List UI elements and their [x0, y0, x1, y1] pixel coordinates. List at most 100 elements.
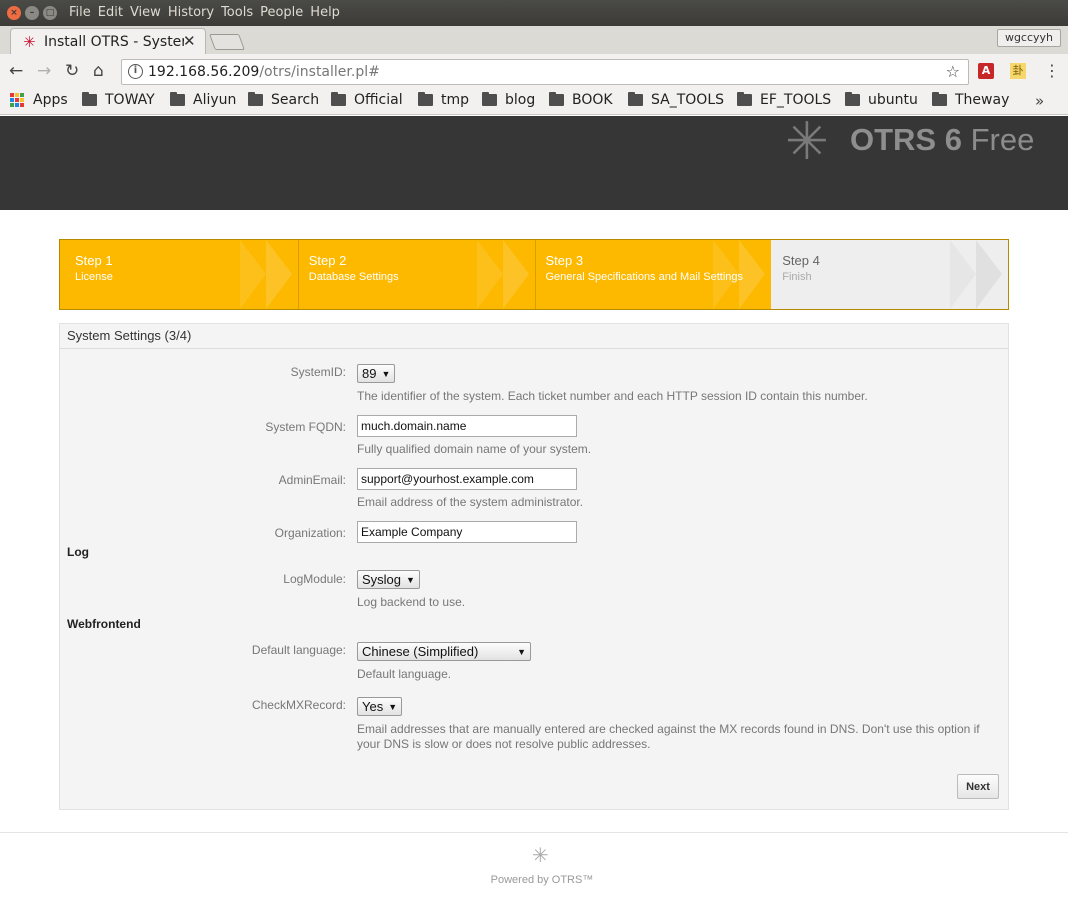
- log-section-heading: Log: [67, 545, 89, 559]
- tab-close-icon[interactable]: ✕: [183, 32, 196, 50]
- adminemail-input[interactable]: support@yourhost.example.com: [357, 468, 577, 490]
- logmodule-label: LogModule:: [283, 572, 346, 586]
- bookmark-official[interactable]: Official: [331, 92, 403, 108]
- bookmark-tmp[interactable]: tmp: [418, 92, 469, 108]
- logmodule-select[interactable]: Syslog ▼: [357, 569, 420, 589]
- next-button[interactable]: Next: [957, 774, 999, 799]
- organization-input[interactable]: Example Company: [357, 521, 577, 543]
- fqdn-label: System FQDN:: [265, 420, 346, 434]
- url-text: 192.168.56.209/otrs/installer.pl#: [148, 64, 380, 80]
- step-name: License: [75, 271, 113, 283]
- bookmark-ef-tools[interactable]: EF_TOOLS: [737, 92, 831, 108]
- extension-tool-icon[interactable]: 卦: [1010, 63, 1026, 79]
- extension-a-icon[interactable]: A: [978, 63, 994, 79]
- bookmark-label: TOWAY: [105, 92, 155, 108]
- step-4: Step 4 Finish: [771, 240, 1008, 309]
- chevron-down-icon: ▼: [381, 368, 391, 379]
- tab-title: Install OTRS - Syster: [44, 34, 184, 50]
- systemid-value: 89: [362, 366, 377, 381]
- window-maximize-button[interactable]: □: [43, 6, 57, 20]
- bookmark-search[interactable]: Search: [248, 92, 319, 108]
- bookmark-aliyun[interactable]: Aliyun: [170, 92, 236, 108]
- folder-icon: [482, 92, 497, 106]
- bookmark-book[interactable]: BOOK: [549, 92, 613, 108]
- bookmarks-bar: Apps TOWAY Aliyun Search Official tmp bl…: [0, 90, 1068, 115]
- bookmark-apps[interactable]: Apps: [10, 92, 68, 108]
- os-title-bar: × – □ File Edit View History Tools Peopl…: [0, 0, 1068, 26]
- step-number: Step 1: [75, 253, 113, 268]
- bookmark-label: EF_TOOLS: [760, 92, 832, 108]
- bookmark-label: tmp: [441, 92, 470, 108]
- browser-tab[interactable]: ✳ Install OTRS - Syster ✕: [10, 28, 206, 54]
- back-arrow-icon[interactable]: ←: [9, 62, 23, 80]
- footer-divider: [0, 832, 1068, 833]
- forward-arrow-icon[interactable]: →: [37, 62, 51, 80]
- otrs-footer-star-icon: ✳: [532, 843, 549, 867]
- folder-icon: [628, 92, 643, 106]
- step-name: General Specifications and Mail Settings: [545, 271, 744, 283]
- fqdn-input[interactable]: much.domain.name: [357, 415, 577, 437]
- otrs-favicon-icon: ✳: [23, 33, 36, 51]
- folder-icon: [549, 92, 564, 106]
- adminemail-desc: Email address of the system administrato…: [357, 495, 584, 509]
- reload-icon[interactable]: ↻: [65, 62, 79, 80]
- bookmark-label: SA_TOOLS: [651, 92, 725, 108]
- menu-help[interactable]: Help: [310, 5, 340, 20]
- bookmark-blog[interactable]: blog: [482, 92, 535, 108]
- powered-by-text: Powered by OTRS™: [490, 874, 594, 886]
- bookmark-label: Official: [354, 92, 403, 108]
- bookmark-ubuntu[interactable]: ubuntu: [845, 92, 918, 108]
- menu-view[interactable]: View: [130, 5, 161, 20]
- new-tab-button[interactable]: [209, 34, 245, 50]
- bookmark-label: ubuntu: [868, 92, 918, 108]
- menu-people[interactable]: People: [260, 5, 303, 20]
- checkmx-desc: Email addresses that are manually entere…: [357, 722, 980, 751]
- chevron-down-icon: ▼: [406, 574, 415, 585]
- folder-icon: [170, 92, 185, 106]
- folder-icon: [737, 92, 752, 106]
- logo-prefix: OTRS 6: [850, 122, 962, 157]
- window-close-button[interactable]: ×: [7, 6, 21, 20]
- folder-icon: [418, 92, 433, 106]
- apps-grid-icon: [10, 93, 24, 107]
- systemid-label: SystemID:: [290, 365, 346, 379]
- bookmarks-overflow-button[interactable]: »: [1035, 92, 1044, 110]
- home-icon[interactable]: ⌂: [93, 62, 104, 80]
- bookmark-toway[interactable]: TOWAY: [82, 92, 155, 108]
- fqdn-desc: Fully qualified domain name of your syst…: [357, 442, 592, 456]
- browser-menu-icon[interactable]: ⋮: [1044, 62, 1060, 80]
- chevron-down-icon: ▼: [517, 646, 526, 657]
- logmodule-value: Syslog: [362, 572, 402, 587]
- profile-button[interactable]: wgccyyh: [997, 29, 1061, 47]
- window-minimize-button[interactable]: –: [25, 6, 39, 20]
- language-select[interactable]: Chinese (Simplified) ▼: [357, 641, 531, 661]
- menu-tools[interactable]: Tools: [221, 5, 253, 20]
- menu-history[interactable]: History: [168, 5, 214, 20]
- chevron-down-icon: ▼: [388, 701, 398, 712]
- system-settings-panel: System Settings (3/4) SystemID: 89 ▼ The …: [59, 323, 1009, 810]
- menu-edit[interactable]: Edit: [98, 5, 123, 20]
- info-icon[interactable]: i: [128, 64, 143, 79]
- folder-icon: [845, 92, 860, 106]
- folder-icon: [82, 92, 97, 106]
- systemid-desc: The identifier of the system. Each ticke…: [357, 389, 868, 403]
- step-2: Step 2 Database Settings: [298, 240, 535, 309]
- step-name: Database Settings: [308, 271, 399, 283]
- bookmark-star-icon[interactable]: ☆: [946, 62, 960, 81]
- address-bar[interactable]: i 192.168.56.209/otrs/installer.pl# ☆: [121, 59, 969, 85]
- otrs-logo: ✳ OTRS 6 Free: [785, 116, 1035, 172]
- bookmark-label: Aliyun: [193, 92, 237, 108]
- language-value: Chinese (Simplified): [362, 644, 479, 659]
- menu-file[interactable]: File: [69, 5, 91, 20]
- checkmx-label: CheckMXRecord:: [251, 698, 346, 712]
- checkmx-select[interactable]: Yes ▼: [357, 696, 403, 716]
- logo-text: OTRS 6 Free: [850, 122, 1034, 158]
- panel-title: System Settings (3/4): [60, 324, 1008, 349]
- organization-label: Organization:: [274, 526, 346, 540]
- systemid-select[interactable]: 89 ▼: [357, 363, 396, 383]
- bookmark-label: BOOK: [572, 92, 613, 108]
- folder-icon: [248, 92, 263, 106]
- bookmark-sa-tools[interactable]: SA_TOOLS: [628, 92, 724, 108]
- bookmark-theway[interactable]: Theway: [932, 92, 1009, 108]
- url-host: 192.168.56.209: [148, 64, 260, 80]
